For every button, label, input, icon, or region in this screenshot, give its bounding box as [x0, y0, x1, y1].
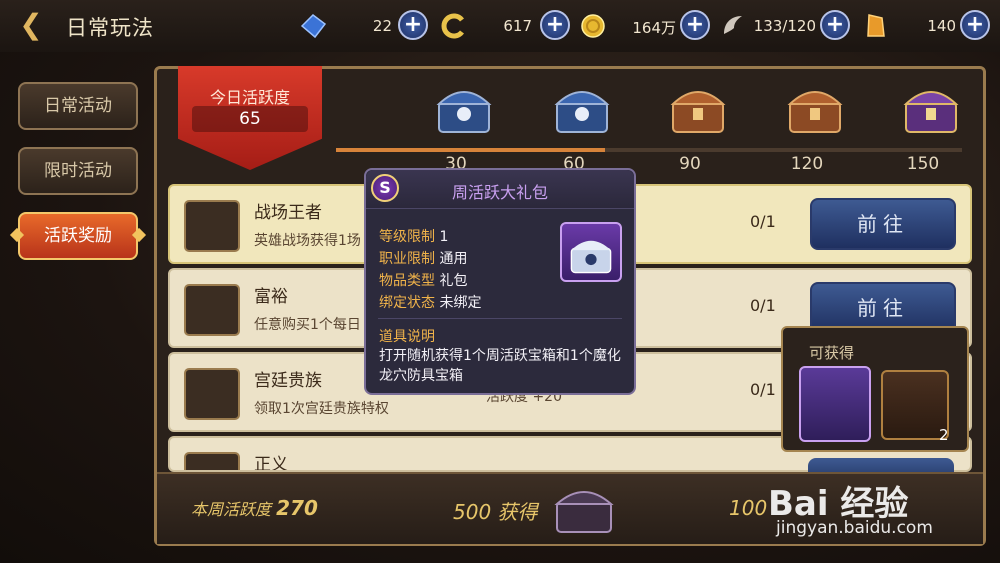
- weekly-chest-icon[interactable]: [549, 478, 619, 536]
- tooltip-desc: 打开随机获得1个周活跃宝箱和1个魔化龙穴防具宝箱: [379, 348, 621, 384]
- amber-crystal-icon: [867, 14, 885, 37]
- sidebar-item-limited[interactable]: 限时活动: [18, 147, 138, 195]
- reward-1000-label: 100: [729, 496, 768, 520]
- tooltip-row-bind: 绑定状态 未绑定: [379, 292, 481, 312]
- chest-blue-60[interactable]: [551, 80, 613, 136]
- milestone-label: 120: [790, 154, 824, 174]
- resource-crystal: 22 +: [298, 8, 430, 44]
- row-key: 职业限制: [379, 251, 435, 267]
- resource-amber: 140 +: [860, 8, 994, 44]
- weekly-value: 270: [276, 496, 318, 520]
- blue-crystal-icon: [300, 14, 327, 39]
- obtainable-popup: 可获得 2: [781, 326, 969, 452]
- task-name: 富裕: [254, 287, 288, 307]
- sidebar-item-rewards[interactable]: 活跃奖励: [18, 212, 138, 260]
- today-activity-label: 今日活跃度: [209, 88, 290, 107]
- energy-value: 617: [503, 17, 532, 35]
- sidebar-item-daily[interactable]: 日常活动: [18, 82, 138, 130]
- chest-blue-30[interactable]: [433, 80, 495, 136]
- go-button[interactable]: 前往: [810, 198, 956, 250]
- task-name: 正义: [254, 455, 288, 472]
- chest-bronze-90[interactable]: [667, 80, 729, 136]
- chest-bronze-120[interactable]: [784, 80, 846, 136]
- chest-purple-150[interactable]: [900, 80, 962, 136]
- shop-icon: [184, 284, 240, 336]
- row-value: 1: [439, 229, 449, 245]
- crystal-value: 22: [372, 17, 392, 35]
- task-name: 宫廷贵族: [254, 371, 322, 391]
- gold-coin-icon: [581, 14, 605, 38]
- milestone-label: 150: [906, 154, 940, 174]
- milestone-label: 90: [679, 154, 701, 174]
- tooltip-row-class: 职业限制 通用: [379, 248, 467, 268]
- item-count: 2: [939, 426, 949, 444]
- task-progress: 0/1: [750, 296, 776, 315]
- tooltip-row-type: 物品类型 礼包: [379, 270, 467, 290]
- task-progress: 0/1: [750, 380, 776, 399]
- today-activity-value: 65: [192, 106, 308, 132]
- task-desc: 领取1次宫廷贵族特权: [254, 401, 389, 417]
- obtainable-title: 可获得: [809, 344, 855, 362]
- resource-stamina: 133/120 +: [718, 8, 852, 44]
- task-icon: [184, 452, 240, 470]
- page-title: 日常玩法: [66, 16, 154, 40]
- tooltip-title: 周活跃大礼包: [451, 183, 548, 202]
- shop-icon: [184, 368, 240, 420]
- add-crystal-button[interactable]: +: [398, 10, 428, 40]
- energy-swirl-icon: [441, 13, 464, 39]
- row-key: 物品类型: [379, 273, 435, 289]
- activity-progress-fill: [336, 148, 606, 152]
- gift-chest-icon: [560, 222, 622, 282]
- row-value: 通用: [439, 251, 468, 267]
- task-desc: 任意购买1个每日: [254, 317, 361, 333]
- baidu-watermark: Bai 经验 jingyan.baidu.com: [768, 456, 1000, 556]
- tooltip-row-level: 等级限制 1: [379, 226, 448, 246]
- weekly-activity: 本周活跃度 270: [191, 496, 318, 520]
- tooltip-header: S 周活跃大礼包: [366, 170, 634, 209]
- resource-gold: 164万 +: [578, 8, 712, 44]
- tooltip-desc-title: 道具说明: [379, 329, 435, 345]
- back-arrow-icon[interactable]: ❮: [14, 10, 48, 40]
- activity-progress-bar: [336, 148, 962, 152]
- gold-value: 164万: [632, 19, 676, 37]
- row-value: 未绑定: [439, 295, 482, 311]
- add-stamina-button[interactable]: +: [820, 10, 850, 40]
- add-energy-button[interactable]: +: [540, 10, 570, 40]
- row-key: 等级限制: [379, 229, 435, 245]
- helmet-icon: [184, 200, 240, 252]
- weekly-label: 本周活跃度: [191, 500, 272, 519]
- amber-value: 140: [927, 17, 956, 35]
- row-key: 绑定状态: [379, 295, 435, 311]
- task-name: 战场王者: [254, 203, 322, 223]
- stamina-value: 133/120: [753, 17, 816, 35]
- task-desc: 英雄战场获得1场: [254, 233, 361, 249]
- top-bar: ❮ 日常玩法 22 + 617 + 164万 + 133/120 + 140 +: [0, 0, 1000, 52]
- reward-500-label: 500 获得: [453, 500, 538, 524]
- add-amber-button[interactable]: +: [960, 10, 990, 40]
- resource-energy: 617 +: [438, 8, 572, 44]
- task-progress: 0/1: [750, 212, 776, 231]
- row-value: 礼包: [439, 273, 468, 289]
- item-tooltip: S 周活跃大礼包 等级限制 1 职业限制 通用 物品类型 礼包 绑定状态 未绑定…: [364, 168, 636, 395]
- tooltip-divider: [378, 318, 622, 319]
- gift-chest-icon[interactable]: [799, 366, 871, 442]
- add-gold-button[interactable]: +: [680, 10, 710, 40]
- wing-stamina-icon: [724, 16, 742, 34]
- watermark-url: jingyan.baidu.com: [776, 518, 933, 538]
